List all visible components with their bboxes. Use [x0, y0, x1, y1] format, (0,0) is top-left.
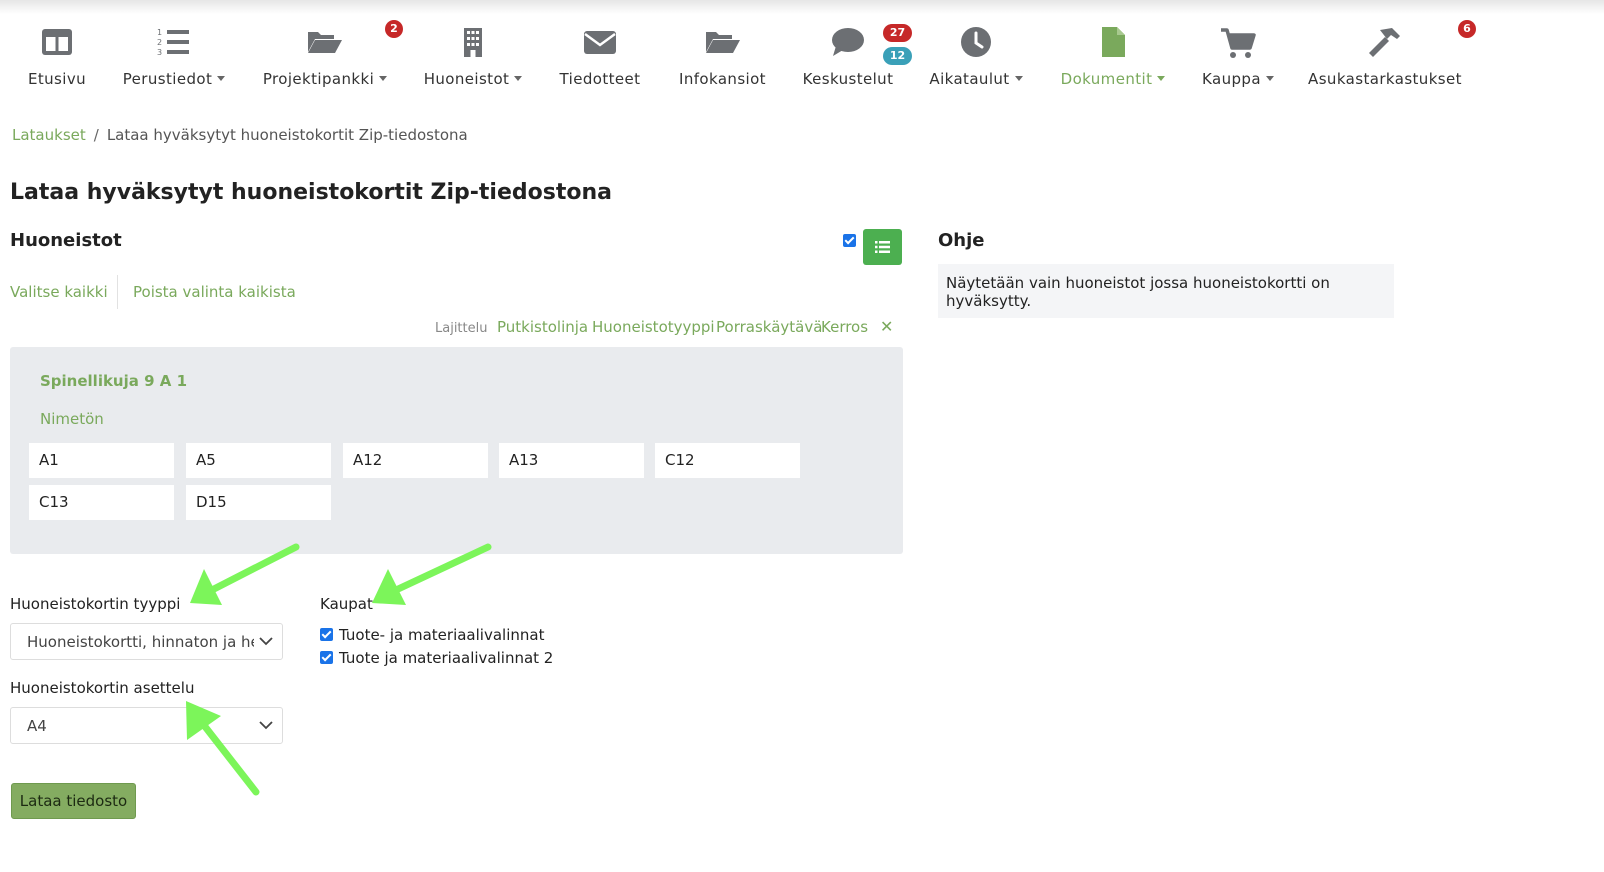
nav-item-keskustelut[interactable]: Keskustelut	[800, 20, 896, 92]
help-text: Näytetään vain huoneistot jossa huoneist…	[946, 274, 1330, 310]
nav-item-huoneistot[interactable]: Huoneistot	[418, 20, 528, 92]
shop-option[interactable]: Tuote ja materiaalivalinnat 2	[320, 649, 553, 667]
shop-option[interactable]: Tuote- ja materiaalivalinnat	[320, 626, 544, 644]
sort-option-putkistolinja[interactable]: Putkistolinja	[497, 318, 588, 336]
page-title: Lataa hyväksytyt huoneistokortit Zip-tie…	[10, 180, 612, 205]
arrow-icon	[372, 543, 492, 605]
breadcrumb-separator: /	[93, 126, 99, 144]
sorting-label: Lajittelu	[435, 321, 488, 336]
sort-option-huoneistotyyppi[interactable]: Huoneistotyyppi	[592, 318, 715, 336]
apartments-heading: Huoneistot	[10, 230, 122, 251]
apartment-item[interactable]: C13	[29, 485, 174, 520]
nav-item-infokansiot[interactable]: Infokansiot	[675, 20, 770, 92]
hammer-icon	[1365, 26, 1405, 62]
notification-badge: 6	[1458, 20, 1476, 38]
notification-badge: 2	[385, 20, 403, 38]
caret-down-icon	[379, 76, 388, 81]
shops-label: Kaupat	[320, 595, 373, 613]
list-view-button[interactable]	[863, 229, 902, 265]
toggle-checkbox[interactable]	[843, 234, 856, 247]
nav-item-aikataulut[interactable]: Aikataulut	[926, 20, 1026, 92]
apartment-address: Spinellikuja 9 A 1	[40, 372, 188, 390]
notification-badge: 27	[883, 24, 912, 42]
shop-checkbox[interactable]	[320, 628, 333, 641]
sort-option-porraskaytava[interactable]: Porraskäytävä	[716, 318, 822, 336]
deselect-all-link[interactable]: Poista valinta kaikista	[133, 283, 296, 301]
shop-option-label: Tuote ja materiaalivalinnat 2	[339, 649, 554, 667]
apartment-item[interactable]: A12	[343, 443, 488, 478]
nav-label: Huoneistot	[423, 70, 510, 88]
envelope-icon	[580, 26, 620, 62]
clear-sort-icon[interactable]: ✕	[880, 317, 893, 336]
nav-label: Perustiedot	[122, 70, 213, 88]
folder-open-icon	[703, 26, 743, 62]
nav-item-dokumentit[interactable]: Dokumentit	[1056, 20, 1170, 92]
document-icon	[1093, 26, 1133, 62]
clock-icon	[956, 26, 996, 62]
caret-down-icon	[514, 76, 523, 81]
help-heading: Ohje	[938, 230, 985, 251]
nav-item-projektipankki[interactable]: Projektipankki	[258, 20, 392, 92]
apartment-item[interactable]: A13	[499, 443, 644, 478]
apartment-panel: Spinellikuja 9 A 1 Nimetön A1 A5 A12 A13…	[10, 347, 903, 554]
nav-label: Projektipankki	[262, 70, 375, 88]
list-icon	[875, 240, 890, 254]
sort-option-kerros[interactable]: Kerros	[821, 318, 868, 336]
breadcrumb-current: Lataa hyväksytyt huoneistokortit Zip-tie…	[106, 126, 468, 144]
shop-option-label: Tuote- ja materiaalivalinnat	[339, 626, 545, 644]
nav-item-etusivu[interactable]: Etusivu	[22, 20, 92, 92]
caret-down-icon	[1265, 76, 1274, 81]
nav-label: Asukastarkastukset	[1308, 70, 1462, 88]
layout-columns-icon	[37, 26, 77, 62]
nav-item-kauppa[interactable]: Kauppa	[1198, 20, 1278, 92]
breadcrumb: Lataukset / Lataa hyväksytyt huoneistokort…	[12, 126, 468, 144]
card-type-label: Huoneistokortin tyyppi	[10, 595, 181, 613]
folder-open-icon	[305, 26, 345, 62]
apartment-item[interactable]: C12	[655, 443, 800, 478]
apartment-item[interactable]: D15	[186, 485, 331, 520]
divider	[117, 275, 118, 309]
shop-checkbox[interactable]	[320, 651, 333, 664]
breadcrumb-link-lataukset[interactable]: Lataukset	[12, 126, 86, 144]
building-icon	[453, 26, 493, 62]
nav-item-perustiedot[interactable]: 123 Perustiedot	[118, 20, 230, 92]
nav-label: Tiedotteet	[559, 70, 641, 88]
shopping-cart-icon	[1218, 26, 1258, 62]
download-file-button[interactable]: Lataa tiedosto	[11, 783, 136, 819]
layout-select[interactable]: A4	[10, 707, 283, 744]
select-all-link[interactable]: Valitse kaikki	[10, 283, 108, 301]
apartment-item[interactable]: A5	[186, 443, 331, 478]
chevron-down-icon	[254, 634, 274, 648]
nav-label: Etusivu	[27, 70, 87, 88]
numbered-list-icon: 123	[154, 26, 194, 62]
svg-text:1: 1	[157, 28, 162, 37]
layout-value: A4	[27, 717, 47, 735]
nav-label: Kauppa	[1202, 70, 1261, 88]
nav-label: Infokansiot	[679, 70, 766, 88]
card-type-value: Huoneistokortti, hinnaton ja hei	[27, 633, 264, 651]
svg-text:3: 3	[157, 48, 162, 57]
apartment-group-name: Nimetön	[40, 410, 104, 428]
svg-text:2: 2	[157, 38, 162, 47]
layout-label: Huoneistokortin asettelu	[10, 679, 195, 697]
nav-label: Aikataulut	[929, 70, 1010, 88]
card-type-select[interactable]: Huoneistokortti, hinnaton ja hei	[10, 623, 283, 660]
nav-item-tiedotteet[interactable]: Tiedotteet	[555, 20, 645, 92]
apartment-item[interactable]: A1	[29, 443, 174, 478]
caret-down-icon	[1157, 76, 1166, 81]
chat-bubble-icon	[828, 26, 868, 62]
notification-badge: 12	[883, 47, 912, 65]
nav-label: Keskustelut	[802, 70, 894, 88]
nav-label: Dokumentit	[1060, 70, 1153, 88]
caret-down-icon	[217, 76, 226, 81]
caret-down-icon	[1014, 76, 1023, 81]
nav-item-asukastarkastukset[interactable]: Asukastarkastukset	[1306, 20, 1464, 92]
arrow-icon	[190, 543, 300, 605]
chevron-down-icon	[258, 718, 274, 732]
help-box: Näytetään vain huoneistot jossa huoneist…	[938, 264, 1394, 318]
main-navigation: Etusivu 123 Perustiedot Projektipankki 2…	[0, 0, 1604, 100]
